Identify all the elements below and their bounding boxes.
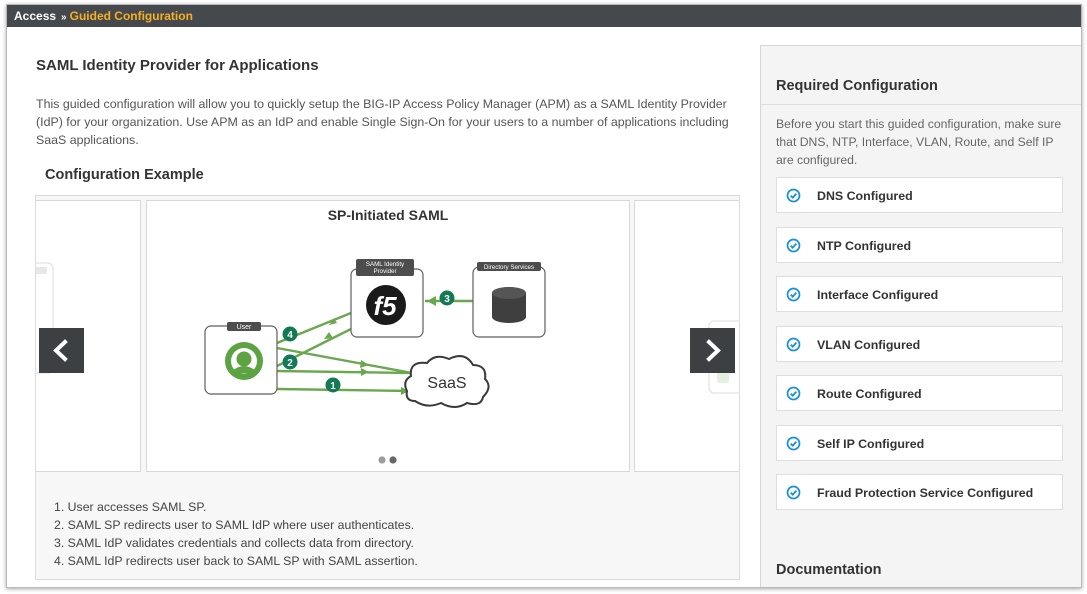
circle-check-icon bbox=[786, 188, 801, 203]
saas-node: SaaS bbox=[404, 355, 490, 408]
idp-label-line1: SAML Identity bbox=[366, 261, 405, 268]
divider bbox=[761, 104, 1081, 105]
f5-logo: f5 bbox=[373, 291, 397, 321]
saml-flow-diagram: User SAML Identity Provider f5 Directory… bbox=[204, 259, 546, 464]
breadcrumb-separator: » bbox=[61, 12, 67, 23]
app-window: Access » Guided Configuration SAML Identit… bbox=[6, 4, 1082, 588]
saml-idp-node: SAML Identity Provider f5 bbox=[350, 259, 424, 338]
circle-check-icon bbox=[786, 436, 801, 450]
badge-4: 4 bbox=[287, 330, 293, 341]
flow-step: 4. SAML IdP redirects user back to SAML … bbox=[54, 554, 418, 568]
saas-label: SaaS bbox=[427, 375, 466, 392]
page-title: SAML Identity Provider for Applications bbox=[36, 57, 319, 74]
badge-2: 2 bbox=[287, 358, 293, 369]
flow-step: 2. SAML SP redirects user to SAML IdP wh… bbox=[54, 518, 415, 532]
carousel-prev-button[interactable] bbox=[39, 328, 84, 373]
check-label: Self IP Configured bbox=[817, 436, 925, 451]
check-interface[interactable]: Interface Configured bbox=[776, 276, 1063, 312]
check-label: VLAN Configured bbox=[817, 337, 921, 352]
required-configuration-text: Before you start this guided configurati… bbox=[776, 117, 1062, 167]
flow-step: 3. SAML IdP validates credentials and co… bbox=[54, 536, 414, 550]
carousel-dot-1[interactable] bbox=[378, 456, 386, 464]
idp-label-line2: Provider bbox=[373, 268, 396, 275]
required-configuration-panel: Required Configuration Before you start … bbox=[760, 45, 1081, 587]
check-dns[interactable]: DNS Configured bbox=[776, 177, 1063, 213]
breadcrumb-access-link[interactable]: Access bbox=[14, 9, 56, 23]
chevron-right-icon bbox=[706, 339, 721, 362]
user-node: User bbox=[204, 322, 278, 395]
check-label: NTP Configured bbox=[817, 238, 912, 253]
configuration-example-title: Configuration Example bbox=[45, 167, 204, 183]
check-label: Fraud Protection Service Configured bbox=[817, 486, 1034, 500]
check-vlan[interactable]: VLAN Configured bbox=[776, 325, 1063, 362]
badge-1: 1 bbox=[330, 381, 336, 392]
badge-3: 3 bbox=[444, 294, 450, 305]
check-label: Interface Configured bbox=[817, 288, 939, 302]
intro-text: This guided configuration will allow you… bbox=[36, 97, 729, 147]
check-ntp[interactable]: NTP Configured bbox=[776, 226, 1063, 263]
check-label: DNS Configured bbox=[817, 189, 913, 203]
check-self-ip[interactable]: Self IP Configured bbox=[776, 424, 1063, 461]
check-fraud-protection[interactable]: Fraud Protection Service Configured bbox=[776, 474, 1063, 510]
circle-check-icon bbox=[786, 386, 801, 401]
carousel-slide-current: SP-Initiated SAML User SAML Identity Pro… bbox=[146, 200, 630, 472]
prerequisite-checklist: DNS Configured NTP Configured Interface … bbox=[776, 177, 1063, 524]
configuration-example-carousel: SP-Initiated SAML User SAML Identity Pro… bbox=[35, 195, 740, 580]
directory-services-label: Directory Services bbox=[484, 264, 534, 271]
flow-step: 1. User accesses SAML SP. bbox=[54, 500, 207, 514]
main-content: SAML Identity Provider for Applications … bbox=[7, 27, 759, 587]
breadcrumb-current: Guided Configuration bbox=[69, 9, 193, 23]
documentation-title: Documentation bbox=[776, 562, 882, 578]
carousel-dot-2[interactable] bbox=[389, 456, 397, 464]
chevron-left-icon bbox=[53, 339, 68, 362]
carousel-next-button[interactable] bbox=[690, 328, 735, 373]
circle-check-icon bbox=[786, 238, 801, 252]
check-label: Route Configured bbox=[817, 387, 922, 401]
circle-check-icon bbox=[786, 337, 801, 351]
circle-check-icon bbox=[786, 485, 801, 500]
directory-services-node: Directory Services bbox=[472, 262, 546, 338]
breadcrumb: Access » Guided Configuration bbox=[7, 5, 1081, 27]
check-route[interactable]: Route Configured bbox=[776, 375, 1063, 411]
flow-steps-list: 1. User accesses SAML SP. 2. SAML SP red… bbox=[54, 498, 418, 570]
required-configuration-title: Required Configuration bbox=[776, 78, 938, 94]
user-label: User bbox=[237, 324, 252, 331]
circle-check-icon bbox=[786, 287, 801, 302]
